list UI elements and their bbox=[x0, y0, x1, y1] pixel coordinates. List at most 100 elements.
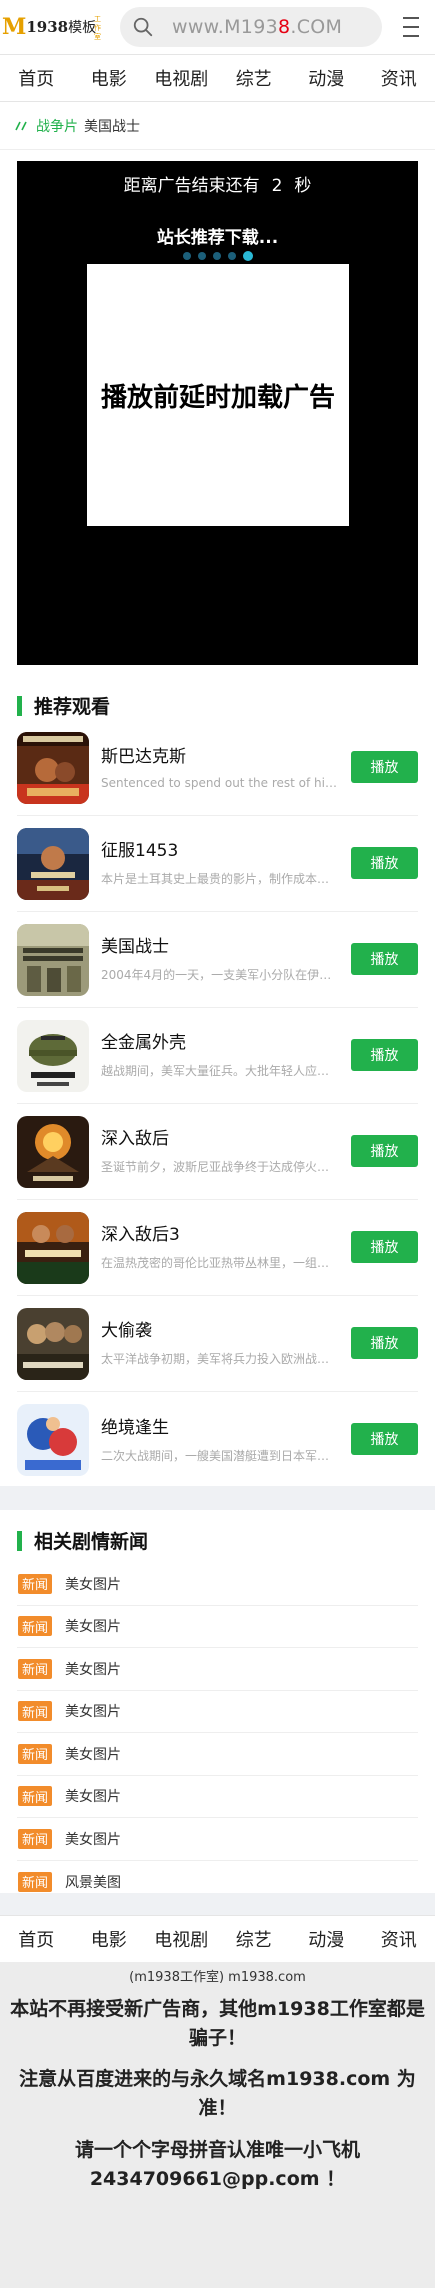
play-button[interactable]: 播放 bbox=[351, 751, 418, 783]
list-item[interactable]: 绝境逢生 二次大战期间，一艘美国潜艇遭到日本军舰... 播放 bbox=[17, 1392, 418, 1488]
movie-description: 圣诞节前夕，波斯尼亚战争终于达成停火协... bbox=[101, 1160, 337, 1174]
ad-banner-text: 播放前延时加载广告 bbox=[100, 382, 335, 413]
footer-notice: 本站不再接受新广告商，其他m1938工作室都是骗子！ bbox=[10, 1998, 425, 2049]
footer-nav-anime[interactable]: 动漫 bbox=[290, 1926, 363, 1952]
news-section-title: 相关剧情新闻 bbox=[17, 1527, 148, 1554]
movie-title[interactable]: 深入敌后3 bbox=[101, 1224, 337, 1246]
search-bar[interactable]: www.M1938.COM bbox=[120, 7, 382, 47]
ad-countdown: 距离广告结束还有 2 秒 bbox=[123, 176, 312, 196]
movie-description: 本片是土耳其史上最贵的影片，制作成本达... bbox=[101, 872, 337, 886]
news-item[interactable]: 新闻 美女图片 bbox=[17, 1776, 418, 1818]
movie-title[interactable]: 美国战士 bbox=[101, 936, 337, 958]
movie-description: 太平洋战争初期，美军将兵力投入欧洲战场... bbox=[101, 1352, 337, 1366]
play-button[interactable]: 播放 bbox=[351, 1327, 418, 1359]
news-link[interactable]: 美女图片 bbox=[65, 1829, 121, 1849]
play-button[interactable]: 播放 bbox=[351, 1135, 418, 1167]
ad-banner[interactable]: 播放前延时加载广告 bbox=[87, 264, 349, 526]
footer-nav-home[interactable]: 首页 bbox=[0, 1926, 73, 1952]
recommend-list: 斯巴达克斯 Sentenced to spend out the rest of… bbox=[17, 720, 418, 1488]
news-link[interactable]: 美女图片 bbox=[65, 1744, 121, 1764]
list-item[interactable]: 大偷袭 太平洋战争初期，美军将兵力投入欧洲战场... 播放 bbox=[17, 1296, 418, 1392]
play-button[interactable]: 播放 bbox=[351, 1231, 418, 1263]
news-link[interactable]: 美女图片 bbox=[65, 1701, 121, 1721]
news-tag: 新闻 bbox=[18, 1573, 52, 1594]
news-list: 新闻 美女图片 新闻 美女图片 新闻 美女图片 新闻 美女图片 新闻 美女图片 … bbox=[17, 1563, 418, 1903]
poster-american-soldiers[interactable] bbox=[17, 923, 89, 996]
movie-title[interactable]: 大偷袭 bbox=[101, 1320, 337, 1342]
movie-description: 越战期间，美军大量征兵。大批年轻人应征... bbox=[101, 1064, 337, 1078]
video-player[interactable]: 距离广告结束还有 2 秒 站长推荐下载... 播放前延时加载广告 bbox=[17, 161, 418, 665]
movie-title[interactable]: 斯巴达克斯 bbox=[101, 746, 337, 768]
nav-item-home[interactable]: 首页 bbox=[0, 65, 73, 91]
news-link[interactable]: 美女图片 bbox=[65, 1786, 121, 1806]
recommend-section-title: 推荐观看 bbox=[17, 692, 110, 719]
nav-item-news[interactable]: 资讯 bbox=[363, 65, 435, 91]
menu-icon[interactable] bbox=[401, 15, 421, 39]
news-link[interactable]: 风景美图 bbox=[65, 1872, 121, 1892]
section-marker bbox=[17, 1530, 22, 1551]
news-item[interactable]: 新闻 美女图片 bbox=[17, 1691, 418, 1733]
carousel-dot[interactable] bbox=[227, 252, 236, 260]
news-item[interactable]: 新闻 美女图片 bbox=[17, 1563, 418, 1606]
list-item[interactable]: 美国战士 2004年4月的一天，一支美军小分队在伊拉... 播放 bbox=[17, 912, 418, 1008]
breadcrumb-icon bbox=[15, 121, 27, 130]
footer-nav-news[interactable]: 资讯 bbox=[363, 1926, 435, 1952]
news-link[interactable]: 美女图片 bbox=[65, 1659, 121, 1679]
news-item[interactable]: 新闻 美女图片 bbox=[17, 1648, 418, 1691]
list-item[interactable]: 深入敌后3 在温热茂密的哥伦比亚热带丛林里，一组秘... 播放 bbox=[17, 1200, 418, 1296]
movie-title[interactable]: 深入敌后 bbox=[101, 1128, 337, 1150]
list-item[interactable]: 斯巴达克斯 Sentenced to spend out the rest of… bbox=[17, 720, 418, 816]
play-button[interactable]: 播放 bbox=[351, 1423, 418, 1455]
news-title-text: 相关剧情新闻 bbox=[34, 1531, 149, 1553]
footer-nav-variety[interactable]: 综艺 bbox=[218, 1926, 291, 1952]
carousel-dot[interactable] bbox=[212, 252, 221, 260]
logo-sublabel: 工作室 bbox=[94, 15, 101, 41]
news-link[interactable]: 美女图片 bbox=[65, 1616, 121, 1636]
nav-item-anime[interactable]: 动漫 bbox=[290, 65, 363, 91]
footer-nav-tv[interactable]: 电视剧 bbox=[145, 1926, 218, 1952]
news-item[interactable]: 新闻 美女图片 bbox=[17, 1733, 418, 1776]
news-tag: 新闻 bbox=[18, 1701, 52, 1722]
nav-item-variety[interactable]: 综艺 bbox=[218, 65, 291, 91]
list-item[interactable]: 全金属外壳 越战期间，美军大量征兵。大批年轻人应征... 播放 bbox=[17, 1008, 418, 1104]
recommend-title-text: 推荐观看 bbox=[34, 696, 111, 718]
movie-title[interactable]: 全金属外壳 bbox=[101, 1032, 337, 1054]
play-button[interactable]: 播放 bbox=[351, 847, 418, 879]
news-tag: 新闻 bbox=[18, 1743, 52, 1764]
play-button[interactable]: 播放 bbox=[351, 943, 418, 975]
poster-cartoon[interactable] bbox=[17, 1404, 89, 1476]
nav-item-tv[interactable]: 电视剧 bbox=[145, 65, 218, 91]
poster-fetih-1453[interactable] bbox=[17, 827, 89, 900]
site-logo[interactable]: M 1938 模板 工作室 bbox=[2, 7, 110, 47]
ad-recommend-text: 站长推荐下载... bbox=[156, 228, 279, 248]
news-link[interactable]: 美女图片 bbox=[65, 1574, 121, 1594]
movie-title[interactable]: 征服1453 bbox=[101, 840, 337, 862]
list-item[interactable]: 深入敌后 圣诞节前夕，波斯尼亚战争终于达成停火协... 播放 bbox=[17, 1104, 418, 1200]
breadcrumb-category-link[interactable]: 战争片 bbox=[36, 116, 78, 136]
carousel-dot[interactable] bbox=[182, 252, 191, 260]
carousel-dot-active[interactable] bbox=[242, 251, 253, 261]
search-placeholder: www.M1938.COM bbox=[172, 16, 343, 38]
list-item[interactable]: 征服1453 本片是土耳其史上最贵的影片，制作成本达... 播放 bbox=[17, 816, 418, 912]
footer-nav-movies[interactable]: 电影 bbox=[73, 1926, 146, 1952]
news-tag: 新闻 bbox=[18, 1616, 52, 1637]
news-tag: 新闻 bbox=[18, 1871, 52, 1892]
nav-item-movies[interactable]: 电影 bbox=[73, 65, 146, 91]
poster-la-grande-attaque[interactable] bbox=[17, 1307, 89, 1380]
logo-label: 模板 bbox=[68, 20, 97, 36]
news-tag: 新闻 bbox=[18, 1828, 52, 1849]
ad-carousel-dots bbox=[17, 251, 418, 261]
search-icon[interactable] bbox=[132, 16, 154, 38]
poster-behind-enemy-lines[interactable] bbox=[17, 1115, 89, 1188]
poster-spartacus[interactable] bbox=[17, 731, 89, 804]
carousel-dot[interactable] bbox=[197, 252, 206, 260]
news-item[interactable]: 新闻 美女图片 bbox=[17, 1818, 418, 1861]
news-item[interactable]: 新闻 美女图片 bbox=[17, 1606, 418, 1648]
play-button[interactable]: 播放 bbox=[351, 1039, 418, 1071]
logo-letter: M bbox=[2, 14, 27, 40]
poster-behind-enemy-lines-3[interactable] bbox=[17, 1211, 89, 1284]
movie-title[interactable]: 绝境逢生 bbox=[101, 1417, 337, 1439]
movie-description: 2004年4月的一天，一支美军小分队在伊拉... bbox=[101, 968, 337, 982]
footer-copyright: (m1938工作室) m1938.com bbox=[129, 1970, 306, 1985]
poster-full-metal-jacket[interactable] bbox=[17, 1019, 89, 1092]
